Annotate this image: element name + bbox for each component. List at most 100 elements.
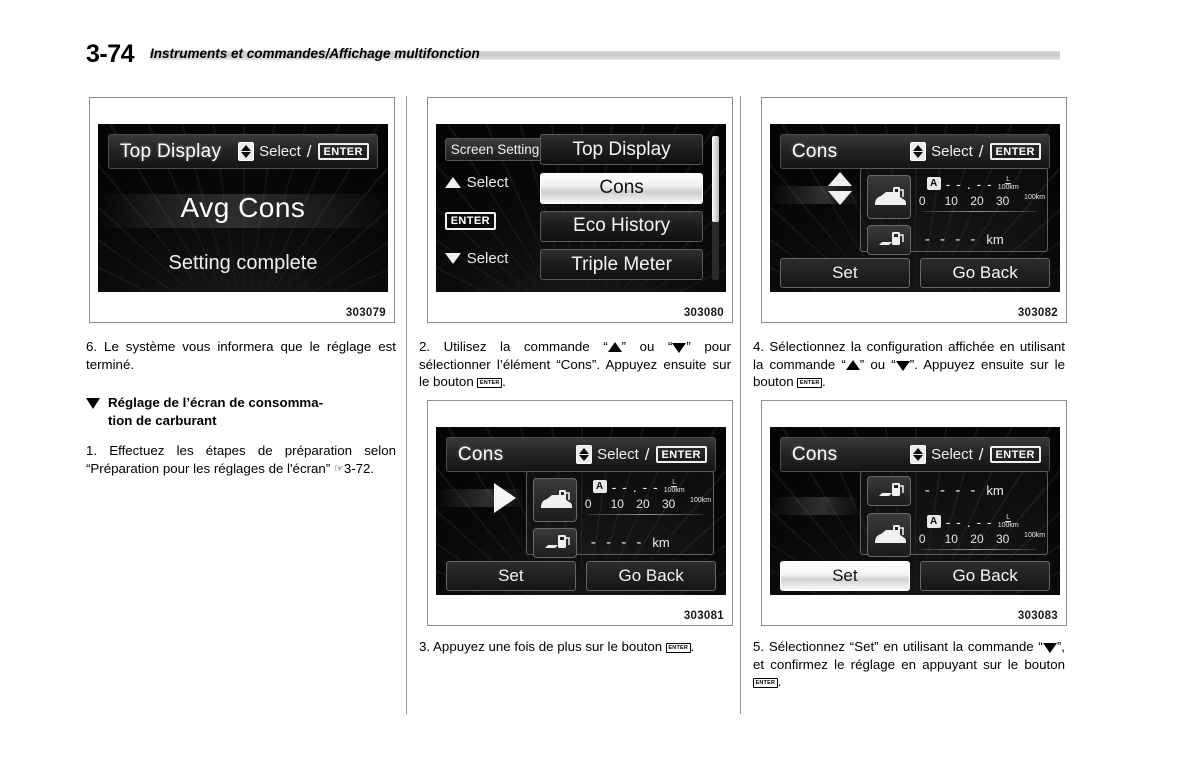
triangle-down-icon [895, 360, 910, 371]
range-value-row: - - - - km [925, 231, 1004, 248]
set-button[interactable]: Set [780, 561, 910, 592]
select-up-control[interactable]: Select [444, 173, 532, 191]
menu-item-top-display[interactable]: Top Display [540, 134, 703, 166]
enter-badge-icon: ENTER [797, 378, 823, 388]
gauge-value: - - . - - [945, 513, 993, 530]
titlebar-controls: Select / ENTER [576, 445, 707, 465]
figure-303083: Cons Select / ENTER - - - - km A - - . -… [761, 400, 1067, 626]
range-fuel-pump-icon [532, 527, 577, 558]
step-2-part-a: 2. Utilisez la commande “ [419, 339, 608, 354]
menu-item-eco-history[interactable]: Eco History [540, 210, 703, 242]
car-fuel-pump-icon [532, 477, 577, 522]
set-button[interactable]: Set [446, 561, 576, 592]
consumption-gauge: A - - . - - L 100km 0 10 20 30 100km [919, 174, 1048, 220]
lcd-screen-cons-config-b: Cons Select / ENTER A - - . - - L 100km … [436, 427, 726, 595]
page-number: 3-74 [86, 40, 135, 68]
select-down-label: Select [466, 249, 509, 267]
consumption-gauge: A - - . - - L 100km 0 10 20 30 100km [585, 477, 714, 523]
gauge-unit: L 100km [663, 478, 685, 495]
separator-slash: / [306, 141, 312, 161]
triangle-down-icon [86, 398, 100, 409]
figure-303080: Screen Setting Select ENTER Select Top D… [427, 97, 733, 323]
range-value: - - - - [924, 231, 979, 249]
gauge-unit: L 100km [997, 513, 1019, 530]
go-back-button[interactable]: Go Back [586, 561, 716, 592]
menu-item-cons[interactable]: Cons [540, 172, 703, 204]
gauge-value-row: A - - . - - L 100km [926, 176, 1019, 192]
config-box: A - - . - - L 100km 0 10 20 30 100km - -… [525, 470, 715, 558]
triangle-up-icon [845, 359, 860, 370]
config-row-instant-cons[interactable]: A - - . - - L 100km 0 10 20 30 100km [861, 174, 1048, 220]
section-heading: Réglage de l’écran de consomma- tion de … [86, 394, 398, 429]
range-unit: km [652, 535, 670, 551]
select-label: Select [259, 143, 301, 161]
triangle-up-icon [444, 176, 461, 188]
range-value: - - - - [590, 534, 645, 552]
up-down-arrow-icon [910, 445, 927, 465]
go-back-button[interactable]: Go Back [920, 258, 1050, 289]
gauge-tick-labels: 0 10 20 30 100km [585, 497, 714, 511]
lcd-title: Cons [791, 443, 838, 465]
step-4-part-b: ” ou “ [859, 356, 896, 372]
enter-badge-icon: ENTER [989, 446, 1041, 464]
config-box: A - - . - - L 100km 0 10 20 30 100km - -… [859, 167, 1049, 255]
config-row-instant-cons[interactable]: A - - . - - L 100km 0 10 20 30 100km [861, 512, 1048, 558]
step-1-reference: 3-72. [343, 460, 375, 476]
lcd-button-row: Set Go Back [780, 258, 1050, 289]
section-heading-line1: Réglage de l’écran de consomma- [108, 395, 324, 410]
manual-page: 3-74 Instruments et commandes/Affichage … [0, 0, 1200, 763]
titlebar-controls: Select / ENTER [910, 445, 1041, 465]
config-row-range[interactable]: - - - - km [527, 527, 714, 558]
section-heading-text: Réglage de l’écran de consomma- tion de … [108, 394, 323, 429]
select-up-label: Select [466, 173, 509, 191]
cursor-up-down-icon [828, 172, 852, 205]
gauge-mode-badge: A [592, 480, 607, 494]
figure-number: 303081 [683, 610, 724, 622]
gauge-tick-labels: 0 10 20 30 100km [919, 194, 1048, 208]
figure-number: 303083 [1017, 610, 1058, 622]
lcd-titlebar: Cons Select / ENTER [780, 134, 1050, 170]
step-4-text: 4. Sélectionnez la configuration affiché… [753, 338, 1065, 391]
lcd-titlebar: Top Display Select / ENTER [108, 134, 378, 170]
lcd-main-text: Avg Cons [180, 192, 306, 223]
screen-setting-label: Screen Setting [444, 137, 546, 161]
select-down-control[interactable]: Select [444, 249, 532, 267]
range-unit: km [986, 483, 1004, 499]
separator-slash: / [978, 444, 984, 464]
menu-item-list: Top Display Cons Eco History Triple Mete… [540, 134, 703, 282]
gauge-axis-line [921, 210, 1038, 212]
column-divider-right [740, 96, 741, 714]
scrollbar-thumb[interactable] [712, 135, 719, 223]
separator-slash: / [978, 141, 984, 161]
go-back-button[interactable]: Go Back [920, 561, 1050, 592]
config-row-range[interactable]: - - - - km [861, 224, 1048, 255]
select-label: Select [931, 446, 973, 464]
range-value: - - - - [924, 482, 979, 500]
up-down-arrow-icon [238, 142, 255, 162]
step-2-text: 2. Utilisez la commande “” ou “” pour sé… [419, 338, 731, 391]
gauge-mode-badge: A [926, 177, 941, 191]
gauge-axis-line [921, 548, 1038, 550]
lcd-titlebar: Cons Select / ENTER [780, 437, 1050, 473]
gauge-scale-unit: 100km [1024, 531, 1046, 539]
lcd-titlebar: Cons Select / ENTER [446, 437, 716, 473]
cursor-glow [770, 497, 856, 515]
lcd-status-text: Setting complete [168, 252, 318, 274]
enter-badge-icon: ENTER [989, 143, 1041, 161]
enter-control[interactable]: ENTER [444, 211, 532, 230]
select-label: Select [597, 446, 639, 464]
cursor-right-arrow-icon [494, 483, 516, 513]
car-fuel-pump-icon [866, 512, 911, 557]
config-row-range[interactable]: - - - - km [861, 475, 1048, 506]
figure-303082: Cons Select / ENTER A - - . - - L 100km … [761, 97, 1067, 323]
config-box: - - - - km A - - . - - L 100km 0 10 20 3… [859, 470, 1049, 558]
scrollbar[interactable] [712, 135, 719, 281]
triangle-up-icon [607, 342, 622, 352]
range-value-row: - - - - km [591, 534, 670, 551]
set-button[interactable]: Set [780, 258, 910, 289]
range-fuel-pump-icon [866, 475, 911, 506]
config-row-instant-cons[interactable]: A - - . - - L 100km 0 10 20 30 100km [527, 477, 714, 523]
menu-item-triple-meter[interactable]: Triple Meter [540, 249, 703, 281]
figure-number: 303079 [345, 307, 386, 319]
gauge-scale: 0 10 20 30 100km [919, 532, 1048, 556]
